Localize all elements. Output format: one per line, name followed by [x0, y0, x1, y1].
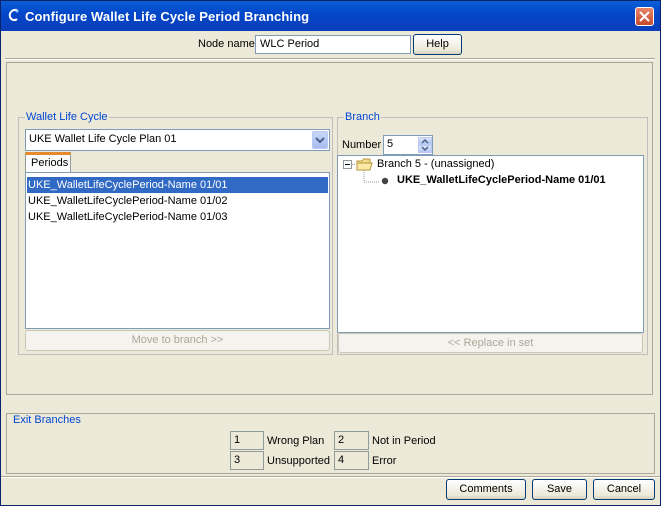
cancel-button[interactable]: Cancel	[593, 479, 655, 500]
help-button[interactable]: Help	[413, 34, 462, 55]
node-name-label: Node name	[198, 38, 255, 50]
help-button-label: Help	[426, 38, 449, 50]
exit-branch-number: 4	[334, 451, 369, 470]
footer-separator	[1, 476, 660, 478]
node-name-input[interactable]: WLC Period	[255, 35, 411, 54]
exit-branch-label: Not in Period	[372, 435, 436, 447]
comments-button[interactable]: Comments	[446, 479, 526, 500]
save-button[interactable]: Save	[532, 479, 587, 500]
close-button[interactable]	[635, 7, 654, 26]
title-bar[interactable]: Configure Wallet Life Cycle Period Branc…	[1, 1, 660, 31]
list-item[interactable]: UKE_WalletLifeCyclePeriod-Name 01/02	[27, 193, 328, 209]
cancel-button-label: Cancel	[606, 483, 642, 495]
dialog-window: Configure Wallet Life Cycle Period Branc…	[0, 0, 661, 506]
exit-branch-label: Error	[372, 455, 397, 467]
tree-root-label[interactable]: Branch 5 - (unassigned)	[377, 158, 494, 170]
branch-legend: Branch	[344, 111, 381, 123]
window-title: Configure Wallet Life Cycle Period Branc…	[25, 9, 310, 24]
tab-periods[interactable]: Periods	[25, 152, 71, 173]
periods-list[interactable]: UKE_WalletLifeCyclePeriod-Name 01/01 UKE…	[25, 172, 330, 329]
tree-child-label[interactable]: UKE_WalletLifeCyclePeriod-Name 01/01	[397, 174, 606, 186]
exit-branches-group	[6, 413, 655, 474]
number-spinner[interactable]: 5	[383, 135, 433, 155]
exit-branch-number: 3	[230, 451, 264, 470]
exit-branch-label: Unsupported	[267, 455, 330, 467]
spin-down-icon[interactable]	[418, 145, 432, 153]
folder-icon	[356, 158, 373, 171]
chevron-down-icon[interactable]	[312, 131, 328, 149]
wallet-life-cycle-legend: Wallet Life Cycle	[25, 111, 109, 123]
exit-branch-label: Wrong Plan	[267, 435, 325, 447]
save-button-label: Save	[546, 483, 573, 495]
number-label: Number	[342, 139, 382, 151]
replace-in-set-button[interactable]: << Replace in set	[338, 333, 643, 353]
exit-branch-number: 1	[230, 431, 264, 450]
close-icon	[639, 11, 650, 22]
exit-branches-legend: Exit Branches	[12, 414, 82, 426]
node-icon	[8, 8, 19, 22]
move-to-branch-button[interactable]: Move to branch >>	[25, 330, 330, 351]
plan-select[interactable]: UKE Wallet Life Cycle Plan 01	[25, 129, 330, 151]
plan-select-value: UKE Wallet Life Cycle Plan 01	[29, 133, 177, 145]
tab-periods-label: Periods	[31, 157, 69, 169]
tree-node-bullet-icon	[381, 177, 389, 185]
exit-branch-number: 2	[334, 431, 369, 450]
comments-button-label: Comments	[459, 483, 513, 495]
spin-up-icon[interactable]	[418, 137, 432, 145]
header-separator	[5, 58, 655, 60]
branch-tree[interactable]: Branch 5 - (unassigned) UKE_WalletLifeCy…	[337, 155, 644, 333]
list-item[interactable]: UKE_WalletLifeCyclePeriod-Name 01/01	[27, 177, 328, 193]
number-value: 5	[387, 138, 394, 150]
list-item[interactable]: UKE_WalletLifeCyclePeriod-Name 01/03	[27, 209, 328, 225]
